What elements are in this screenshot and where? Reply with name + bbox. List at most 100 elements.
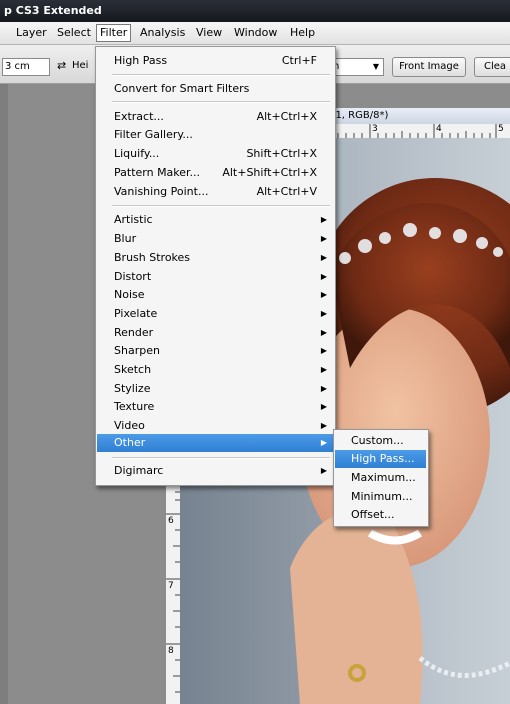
other-submenu: Custom... High Pass... Maximum... Minimu…	[333, 429, 429, 527]
menu-item-label: Digimarc	[114, 464, 164, 477]
liquify-item[interactable]: Liquify... Shift+Ctrl+X	[97, 145, 333, 163]
convert-smart-filters-label: Convert for Smart Filters	[114, 82, 250, 95]
pattern-maker-label: Pattern Maker...	[114, 166, 201, 179]
submenu-arrow-icon: ▶	[320, 421, 327, 430]
vruler-label: 7	[168, 581, 174, 591]
resolution-unit-select[interactable]: h ▼	[330, 58, 384, 76]
submenu-arrow-icon: ▶	[320, 234, 327, 243]
hruler-ticks	[337, 124, 497, 138]
menu-separator	[112, 101, 330, 103]
menu-select[interactable]: Select	[54, 25, 94, 41]
clear-button[interactable]: Clea	[474, 57, 510, 77]
pattern-maker-shortcut: Alt+Shift+Ctrl+X	[222, 166, 317, 179]
submenu-arrow-icon: ▶	[320, 272, 327, 281]
menu-item-label: Noise	[114, 288, 145, 301]
filter-gallery-item[interactable]: Filter Gallery...	[97, 126, 333, 144]
menu-item-render[interactable]: Render ▶	[97, 324, 333, 342]
submenu-item-maximum[interactable]: Maximum...	[335, 469, 426, 487]
document-tab[interactable]: er 1, RGB/8*)	[320, 108, 510, 124]
last-filter-item[interactable]: High Pass Ctrl+F	[97, 52, 333, 70]
menu-view[interactable]: View	[193, 25, 225, 41]
menu-item-blur[interactable]: Blur ▶	[97, 230, 333, 248]
vanishing-point-label: Vanishing Point...	[114, 185, 209, 198]
extract-shortcut: Alt+Ctrl+X	[256, 110, 317, 123]
menu-item-label: Stylize	[114, 382, 151, 395]
submenu-item-label: Maximum...	[351, 471, 416, 484]
liquify-shortcut: Shift+Ctrl+X	[246, 147, 317, 160]
menu-item-label: Sharpen	[114, 344, 160, 357]
menu-separator	[112, 74, 330, 76]
menu-layer[interactable]: Layer	[13, 25, 50, 41]
submenu-item-minimum[interactable]: Minimum...	[335, 488, 426, 506]
menu-filter[interactable]: Filter	[96, 24, 132, 42]
submenu-item-label: High Pass...	[351, 452, 415, 465]
filter-menu: High Pass Ctrl+F Convert for Smart Filte…	[95, 46, 336, 486]
submenu-arrow-icon: ▶	[320, 328, 327, 337]
menu-item-stylize[interactable]: Stylize ▶	[97, 380, 333, 398]
menu-item-sketch[interactable]: Sketch ▶	[97, 361, 333, 379]
menu-item-digimarc[interactable]: Digimarc ▶	[97, 462, 333, 480]
hruler-label: 5	[498, 124, 504, 134]
menu-item-texture[interactable]: Texture ▶	[97, 398, 333, 416]
menu-item-pixelate[interactable]: Pixelate ▶	[97, 305, 333, 323]
pattern-maker-item[interactable]: Pattern Maker... Alt+Shift+Ctrl+X	[97, 164, 333, 182]
vanishing-point-shortcut: Alt+Ctrl+V	[256, 185, 317, 198]
menu-item-label: Distort	[114, 270, 152, 283]
horizontal-ruler: 3 4 5	[320, 124, 510, 139]
menu-item-label: Other	[114, 436, 146, 449]
window-title: p CS3 Extended	[4, 4, 102, 17]
front-image-button[interactable]: Front Image	[392, 57, 466, 77]
menu-item-label: Brush Strokes	[114, 251, 191, 264]
menu-separator	[112, 457, 330, 459]
submenu-arrow-icon: ▶	[320, 215, 327, 224]
last-filter-label: High Pass	[114, 54, 168, 67]
menu-analysis[interactable]: Analysis	[137, 25, 188, 41]
chevron-down-icon: ▼	[372, 62, 379, 71]
extract-item[interactable]: Extract... Alt+Ctrl+X	[97, 108, 333, 126]
window-titlebar: p CS3 Extended	[0, 0, 510, 22]
menu-item-distort[interactable]: Distort ▶	[97, 268, 333, 286]
submenu-arrow-icon: ▶	[320, 346, 327, 355]
menu-window[interactable]: Window	[231, 25, 280, 41]
submenu-arrow-icon: ▶	[320, 253, 327, 262]
submenu-item-custom[interactable]: Custom...	[335, 432, 426, 450]
menu-item-other[interactable]: Other ▶	[97, 434, 333, 452]
height-label: Hei	[72, 60, 89, 71]
submenu-item-high-pass[interactable]: High Pass...	[335, 450, 426, 468]
hruler-label: 3	[372, 124, 378, 134]
submenu-arrow-icon: ▶	[320, 365, 327, 374]
hruler-label: 4	[436, 124, 442, 134]
submenu-item-label: Custom...	[351, 434, 404, 447]
tools-panel-edge	[0, 84, 8, 704]
menu-item-noise[interactable]: Noise ▶	[97, 286, 333, 304]
submenu-arrow-icon: ▶	[320, 438, 327, 447]
width-field[interactable]: 3 cm	[2, 58, 50, 76]
menu-item-brush-strokes[interactable]: Brush Strokes ▶	[97, 249, 333, 267]
extract-label: Extract...	[114, 110, 164, 123]
vruler-label: 8	[168, 646, 174, 656]
submenu-item-offset[interactable]: Offset...	[335, 506, 426, 524]
submenu-arrow-icon: ▶	[320, 384, 327, 393]
menu-separator	[112, 205, 330, 207]
swap-icon[interactable]: ⇄	[57, 59, 66, 72]
menu-item-label: Artistic	[114, 213, 153, 226]
liquify-label: Liquify...	[114, 147, 160, 160]
menu-help[interactable]: Help	[287, 25, 318, 41]
last-filter-shortcut: Ctrl+F	[281, 54, 317, 67]
menu-item-artistic[interactable]: Artistic ▶	[97, 211, 333, 229]
submenu-arrow-icon: ▶	[320, 466, 327, 475]
vruler-label: 6	[168, 516, 174, 526]
vanishing-point-item[interactable]: Vanishing Point... Alt+Ctrl+V	[97, 183, 333, 201]
menu-item-label: Render	[114, 326, 154, 339]
menu-item-video[interactable]: Video ▶	[97, 417, 333, 435]
menu-item-label: Pixelate	[114, 307, 158, 320]
submenu-item-label: Minimum...	[351, 490, 413, 503]
convert-smart-filters-item[interactable]: Convert for Smart Filters	[97, 80, 333, 98]
menu-item-sharpen[interactable]: Sharpen ▶	[97, 342, 333, 360]
vertical-ruler: 6 7 8	[166, 484, 181, 704]
submenu-arrow-icon: ▶	[320, 290, 327, 299]
menu-item-label: Texture	[114, 400, 155, 413]
submenu-item-label: Offset...	[351, 508, 395, 521]
menu-item-label: Blur	[114, 232, 137, 245]
menu-item-label: Sketch	[114, 363, 152, 376]
